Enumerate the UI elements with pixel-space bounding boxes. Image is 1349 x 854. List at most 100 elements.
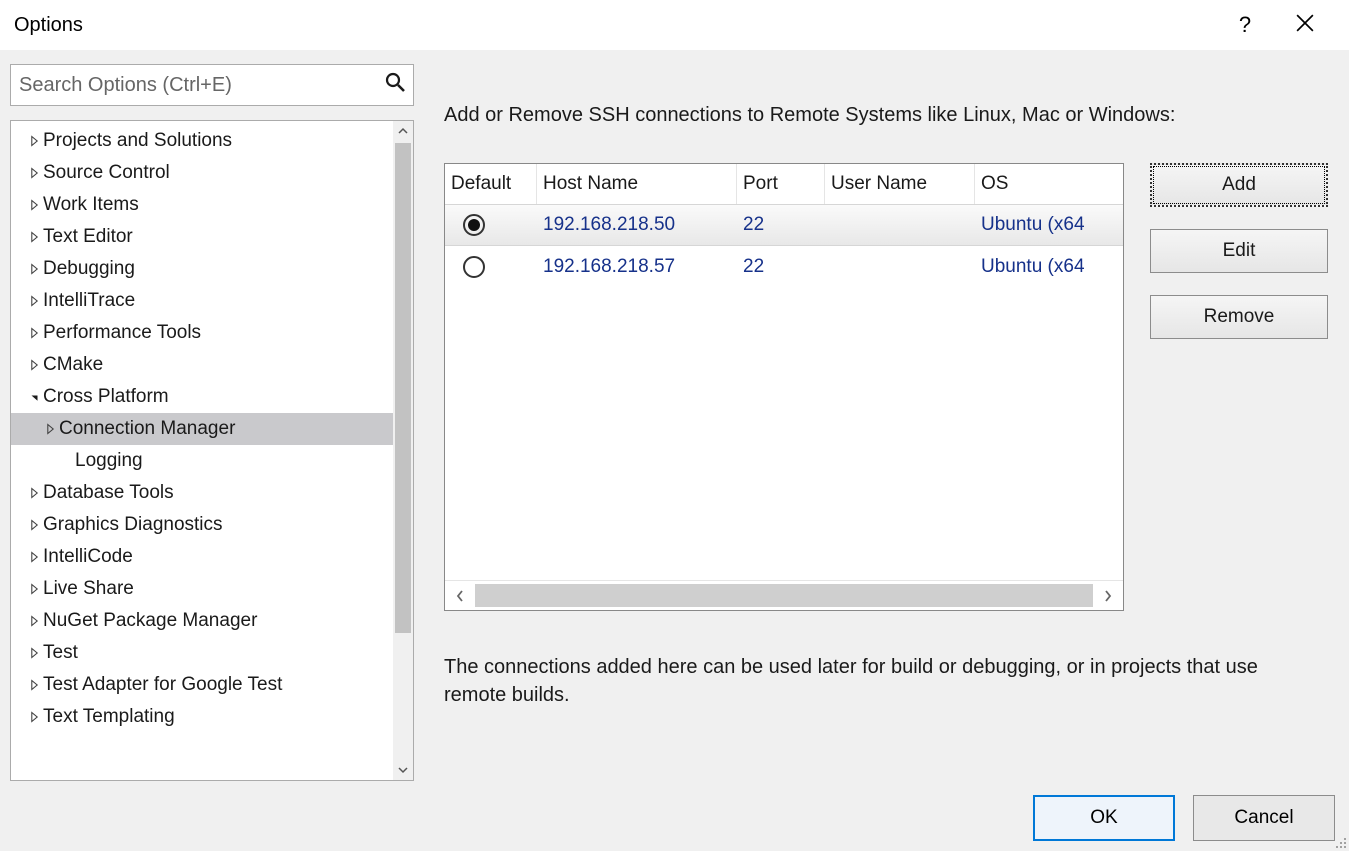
- right-panel: Add or Remove SSH connections to Remote …: [444, 64, 1339, 781]
- tree-item[interactable]: Test: [11, 637, 393, 669]
- cell-os: Ubuntu (x64: [975, 246, 1123, 288]
- hscroll-thumb[interactable]: [475, 584, 1093, 607]
- chevron-right-icon[interactable]: [25, 231, 43, 243]
- tree-item[interactable]: Live Share: [11, 573, 393, 605]
- chevron-right-icon[interactable]: [25, 359, 43, 371]
- remove-button[interactable]: Remove: [1150, 295, 1328, 339]
- connections-table: Default Host Name Port User Name OS 192.…: [444, 163, 1124, 611]
- col-port[interactable]: Port: [737, 164, 825, 204]
- tree-item[interactable]: Text Editor: [11, 221, 393, 253]
- tree-item-label: Text Editor: [43, 226, 133, 248]
- tree-item-label: Graphics Diagnostics: [43, 514, 223, 536]
- tree-item[interactable]: Graphics Diagnostics: [11, 509, 393, 541]
- tree-item[interactable]: IntelliTrace: [11, 285, 393, 317]
- scroll-right-icon[interactable]: [1093, 581, 1123, 610]
- tree-item-label: Projects and Solutions: [43, 130, 232, 152]
- tree-item-label: Connection Manager: [59, 418, 235, 440]
- ok-button[interactable]: OK: [1033, 795, 1175, 841]
- tree-item-label: Test Adapter for Google Test: [43, 674, 282, 696]
- tree-item[interactable]: Text Templating: [11, 701, 393, 733]
- scroll-down-icon[interactable]: [393, 760, 413, 780]
- chevron-right-icon[interactable]: [41, 423, 59, 435]
- panel-footer-text: The connections added here can be used l…: [444, 653, 1264, 709]
- col-host[interactable]: Host Name: [537, 164, 737, 204]
- close-icon[interactable]: [1275, 12, 1335, 38]
- tree-item[interactable]: Performance Tools: [11, 317, 393, 349]
- cell-host: 192.168.218.57: [537, 246, 737, 288]
- resize-grip-icon[interactable]: [1331, 833, 1347, 849]
- col-user[interactable]: User Name: [825, 164, 975, 204]
- left-panel: Projects and Solutions Source Control Work…: [10, 64, 414, 781]
- chevron-right-icon[interactable]: [25, 295, 43, 307]
- tree-item[interactable]: Database Tools: [11, 477, 393, 509]
- chevron-right-icon[interactable]: [25, 711, 43, 723]
- tree-item-label: Live Share: [43, 578, 134, 600]
- tree-scrollbar[interactable]: [393, 121, 413, 780]
- tree-item-label: Work Items: [43, 194, 139, 216]
- title-bar: Options ?: [0, 0, 1349, 50]
- action-buttons: Add Edit Remove: [1150, 163, 1328, 611]
- search-input[interactable]: [19, 74, 385, 97]
- tree-item-label: Test: [43, 642, 78, 664]
- default-radio-cell[interactable]: [445, 205, 537, 245]
- cell-os: Ubuntu (x64: [975, 205, 1123, 245]
- cell-port: 22: [737, 205, 825, 245]
- chevron-right-icon[interactable]: [25, 615, 43, 627]
- dialog-buttons: OK Cancel: [10, 781, 1339, 843]
- tree-item[interactable]: IntelliCode: [11, 541, 393, 573]
- dialog-content: Projects and Solutions Source Control Work…: [0, 50, 1349, 851]
- tree-item[interactable]: Logging: [11, 445, 393, 477]
- cancel-button[interactable]: Cancel: [1193, 795, 1335, 841]
- tree-item[interactable]: Test Adapter for Google Test: [11, 669, 393, 701]
- tree-item-label: CMake: [43, 354, 103, 376]
- search-icon[interactable]: [385, 72, 405, 98]
- tree-item-label: Performance Tools: [43, 322, 201, 344]
- scroll-up-icon[interactable]: [393, 121, 413, 141]
- chevron-right-icon[interactable]: [25, 199, 43, 211]
- chevron-right-icon[interactable]: [25, 679, 43, 691]
- table-header: Default Host Name Port User Name OS: [445, 164, 1123, 204]
- radio-icon[interactable]: [463, 256, 485, 278]
- radio-icon[interactable]: [463, 214, 485, 236]
- tree-item-label: IntelliCode: [43, 546, 133, 568]
- chevron-right-icon[interactable]: [25, 551, 43, 563]
- tree-item[interactable]: Connection Manager: [11, 413, 393, 445]
- chevron-right-icon[interactable]: [25, 135, 43, 147]
- tree-item-label: Cross Platform: [43, 386, 169, 408]
- default-radio-cell[interactable]: [445, 246, 537, 288]
- table-row[interactable]: 192.168.218.5722Ubuntu (x64: [445, 246, 1123, 288]
- panel-header-text: Add or Remove SSH connections to Remote …: [444, 104, 1339, 127]
- chevron-right-icon[interactable]: [25, 487, 43, 499]
- search-box[interactable]: [10, 64, 414, 106]
- chevron-right-icon[interactable]: [25, 167, 43, 179]
- tree-item[interactable]: Projects and Solutions: [11, 125, 393, 157]
- window-title: Options: [14, 14, 1215, 37]
- cell-user: [825, 246, 975, 288]
- cell-host: 192.168.218.50: [537, 205, 737, 245]
- add-button[interactable]: Add: [1150, 163, 1328, 207]
- col-os[interactable]: OS: [975, 164, 1123, 204]
- options-tree: Projects and Solutions Source Control Work…: [10, 120, 414, 781]
- tree-item-label: Source Control: [43, 162, 170, 184]
- horizontal-scrollbar[interactable]: [445, 580, 1123, 610]
- chevron-right-icon[interactable]: [25, 327, 43, 339]
- help-icon[interactable]: ?: [1215, 12, 1275, 38]
- tree-item[interactable]: Cross Platform: [11, 381, 393, 413]
- tree-item[interactable]: Source Control: [11, 157, 393, 189]
- scroll-left-icon[interactable]: [445, 581, 475, 610]
- tree-item-label: Database Tools: [43, 482, 174, 504]
- chevron-right-icon[interactable]: [25, 583, 43, 595]
- tree-item[interactable]: NuGet Package Manager: [11, 605, 393, 637]
- chevron-down-icon[interactable]: [25, 391, 43, 403]
- chevron-right-icon[interactable]: [25, 263, 43, 275]
- table-row[interactable]: 192.168.218.5022 Ubuntu (x64: [445, 204, 1123, 246]
- col-default[interactable]: Default: [445, 164, 537, 204]
- chevron-right-icon[interactable]: [25, 647, 43, 659]
- tree-item[interactable]: Work Items: [11, 189, 393, 221]
- scroll-thumb[interactable]: [395, 143, 411, 633]
- tree-item-label: NuGet Package Manager: [43, 610, 257, 632]
- edit-button[interactable]: Edit: [1150, 229, 1328, 273]
- tree-item[interactable]: Debugging: [11, 253, 393, 285]
- chevron-right-icon[interactable]: [25, 519, 43, 531]
- tree-item[interactable]: CMake: [11, 349, 393, 381]
